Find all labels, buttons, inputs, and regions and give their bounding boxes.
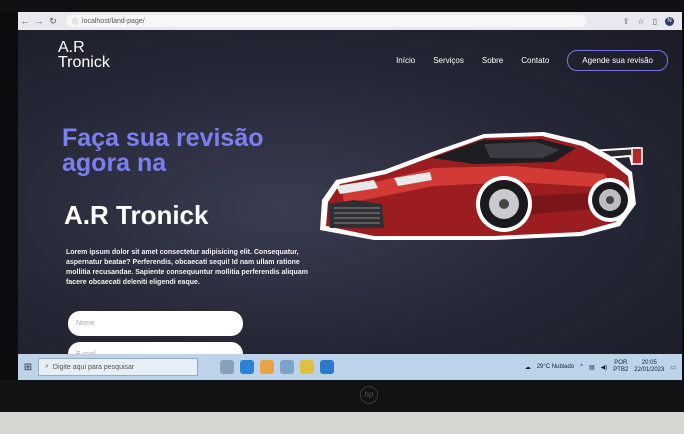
back-icon[interactable]: ← <box>18 16 32 26</box>
notification-icon[interactable]: ▭ <box>670 364 676 371</box>
sidebar-icon[interactable]: ▯ <box>653 17 657 26</box>
address-bar[interactable]: ⓘ localhost/land-page/ <box>66 15 586 27</box>
star-icon[interactable]: ☆ <box>637 17 644 26</box>
volume-icon[interactable]: ◀) <box>601 364 608 371</box>
clock[interactable]: 20:05 22/01/2023 <box>634 360 664 374</box>
hero-title-line-1: Faça sua revisão <box>62 124 264 152</box>
monitor-bezel-bottom <box>0 380 684 412</box>
clock-time: 20:05 <box>641 360 657 366</box>
screen: ← → ↻ ⓘ localhost/land-page/ ⇪ ☆ ▯ N A.R… <box>18 12 682 380</box>
windows-taskbar: ⊞ ⌕ Digite aqui para pesquisar ☁ 29°C Nu… <box>18 354 682 380</box>
chrome-icon[interactable] <box>300 360 314 374</box>
taskbar-search[interactable]: ⌕ Digite aqui para pesquisar <box>38 358 198 376</box>
chevron-up-icon[interactable]: ^ <box>580 364 583 370</box>
site-logo[interactable]: A.R Tronick <box>58 39 110 71</box>
share-icon[interactable]: ⇪ <box>623 17 630 26</box>
menu-item-sobre[interactable]: Sobre <box>482 56 503 65</box>
brand-line-1: A.R <box>58 39 85 56</box>
menu-item-servicos[interactable]: Serviços <box>433 56 464 65</box>
reload-icon[interactable]: ↻ <box>46 16 60 27</box>
hp-logo-icon: hp <box>360 386 378 404</box>
menu-item-contato[interactable]: Contato <box>521 56 549 65</box>
keyboard-layout: PTB2 <box>613 367 629 373</box>
info-icon[interactable]: ⓘ <box>72 17 78 26</box>
store-icon[interactable] <box>280 360 294 374</box>
sports-car-illustration <box>320 132 643 240</box>
monitor-bezel-top <box>0 0 684 12</box>
cloud-icon: ☁ <box>524 364 531 371</box>
taskbar-search-placeholder: Digite aqui para pesquisar <box>52 363 135 371</box>
hero-title-line-2: agora na <box>62 149 167 177</box>
browser-toolbar: ← → ↻ ⓘ localhost/land-page/ ⇪ ☆ ▯ N <box>18 12 682 30</box>
weather-text[interactable]: 29°C Nublado <box>537 364 574 370</box>
system-tray: ☁ 29°C Nublado ^ ▤ ◀) POR PTB2 20:05 22/… <box>525 360 682 374</box>
hero-description: Lorem ipsum dolor sit amet consectetur a… <box>66 249 308 286</box>
clock-date: 22/01/2023 <box>634 367 665 373</box>
main-menu: Início Serviços Sobre Contato Agende sua… <box>396 50 668 71</box>
landing-page: A.R Tronick Início Serviços Sobre Contat… <box>18 30 682 367</box>
schedule-revision-button[interactable]: Agende sua revisão <box>567 50 668 71</box>
hero-title: Faça sua revisão agora na <box>62 126 322 176</box>
browser-actions: ⇪ ☆ ▯ N <box>623 16 682 26</box>
brand-line-2: Tronick <box>58 54 110 71</box>
menu-item-inicio[interactable]: Início <box>396 56 415 65</box>
desk-surface <box>0 412 684 434</box>
profile-avatar[interactable]: N <box>665 16 674 26</box>
search-icon: ⌕ <box>45 363 49 370</box>
file-explorer-icon[interactable] <box>260 360 274 374</box>
name-input[interactable]: Nome <box>68 311 243 336</box>
vscode-icon[interactable] <box>320 360 334 374</box>
hero-brand: A.R Tronick <box>64 200 209 230</box>
windows-start-icon[interactable]: ⊞ <box>18 362 38 373</box>
url-text: localhost/land-page/ <box>82 17 145 25</box>
forward-icon[interactable]: → <box>32 16 46 26</box>
language-code: POR <box>614 360 628 366</box>
network-icon[interactable]: ▤ <box>589 364 595 371</box>
language-indicator[interactable]: POR PTB2 <box>613 360 628 374</box>
edge-icon[interactable] <box>240 360 254 374</box>
task-view-icon[interactable] <box>220 360 234 374</box>
taskbar-apps <box>220 360 334 374</box>
